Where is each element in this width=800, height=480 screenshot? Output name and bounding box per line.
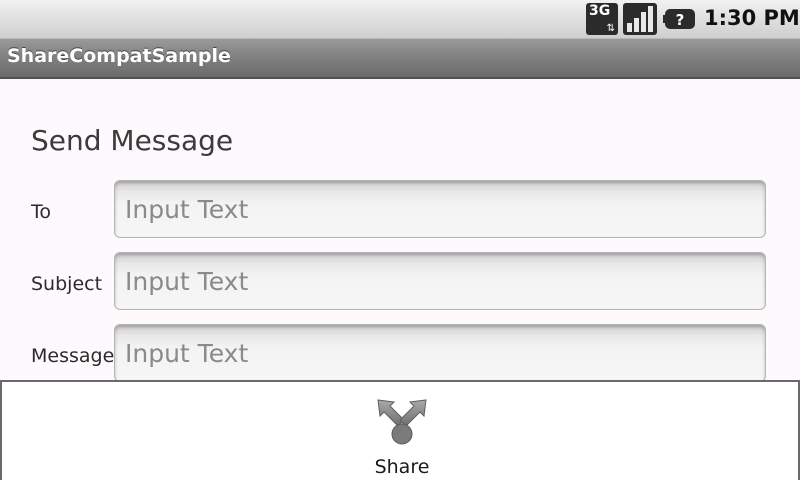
app-screen: 3G ⇅ ? 1:30 PM ShareCompatSample Send Me… <box>0 0 800 480</box>
to-input[interactable] <box>114 180 766 238</box>
svg-text:?: ? <box>676 11 685 29</box>
network-3g-icon: 3G ⇅ <box>586 3 618 35</box>
share-icon <box>377 399 427 445</box>
share-label: Share <box>374 456 430 478</box>
battery-unknown-icon: ? <box>663 9 695 29</box>
network-label: 3G <box>589 3 611 19</box>
bottom-action-bar: Share <box>0 380 800 480</box>
signal-strength-icon <box>623 3 657 35</box>
subject-label: Subject <box>31 273 103 295</box>
share-button[interactable]: Share <box>342 386 462 478</box>
data-arrows-icon: ⇅ <box>606 23 615 34</box>
subject-input[interactable] <box>114 252 766 310</box>
status-bar: 3G ⇅ ? 1:30 PM <box>0 0 800 39</box>
form-heading: Send Message <box>31 124 234 157</box>
status-time: 1:30 PM <box>704 6 800 30</box>
title-bar: ShareCompatSample <box>0 39 800 79</box>
message-label: Message <box>31 345 115 367</box>
to-label: To <box>31 201 52 223</box>
app-title: ShareCompatSample <box>7 45 231 67</box>
message-input[interactable] <box>114 324 766 382</box>
